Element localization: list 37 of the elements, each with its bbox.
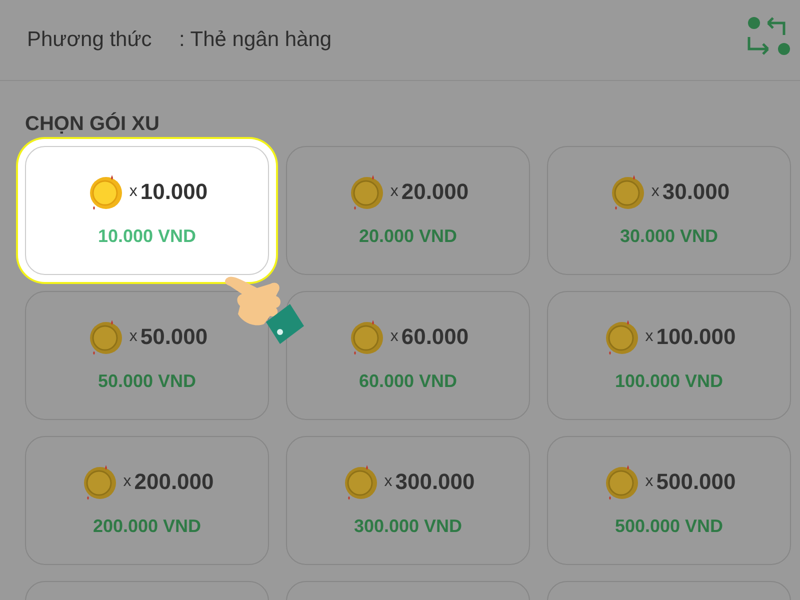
- multiplier-sign: x: [645, 328, 654, 346]
- package-card[interactable]: x 300.000 300.000 VND: [286, 436, 530, 565]
- coin-amount: 50.000: [140, 324, 208, 350]
- section-title: CHỌN GÓI XU: [24, 111, 160, 137]
- multiplier-sign: x: [129, 183, 138, 201]
- multiplier-sign: x: [129, 328, 138, 346]
- coin-amount: 100.000: [656, 324, 736, 350]
- package-price: 20.000 VND: [358, 226, 458, 247]
- package-price: 100.000 VND: [614, 371, 724, 392]
- coin-amount: 30.000: [662, 179, 730, 205]
- package-price: 10.000 VND: [98, 226, 196, 247]
- package-price: 200.000 VND: [92, 516, 202, 537]
- package-price: 500.000 VND: [614, 516, 724, 537]
- package-price: 50.000 VND: [98, 371, 196, 392]
- coin-amount: 60.000: [401, 324, 469, 350]
- package-price: 60.000 VND: [358, 371, 458, 392]
- multiplier-sign: x: [651, 183, 660, 201]
- coin-amount: 10.000: [140, 179, 208, 205]
- package-card[interactable]: x 30.000 30.000 VND: [547, 146, 791, 275]
- coin-amount: 500.000: [656, 469, 736, 495]
- package-card[interactable]: x 100.000 100.000 VND: [547, 291, 791, 420]
- coin-amount: 300.000: [395, 469, 475, 495]
- multiplier-sign: x: [384, 473, 392, 491]
- package-card[interactable]: x 200.000 200.000 VND: [25, 436, 269, 565]
- package-price: 300.000 VND: [354, 516, 462, 537]
- package-card[interactable]: x 20.000 20.000 VND: [286, 146, 530, 275]
- coin-amount: 20.000: [401, 179, 469, 205]
- multiplier-sign: x: [390, 328, 398, 346]
- method-value: : Thẻ ngân hàng: [179, 28, 333, 52]
- package-card[interactable]: x 500.000 500.000 VND: [547, 436, 791, 565]
- multiplier-sign: x: [390, 183, 398, 201]
- package-price: 30.000 VND: [620, 226, 718, 247]
- multiplier-sign: x: [123, 473, 132, 491]
- swap-icon[interactable]: [746, 15, 792, 57]
- multiplier-sign: x: [645, 473, 654, 491]
- coin-amount: 200.000: [134, 469, 214, 495]
- method-label: Phương thức: [27, 28, 153, 52]
